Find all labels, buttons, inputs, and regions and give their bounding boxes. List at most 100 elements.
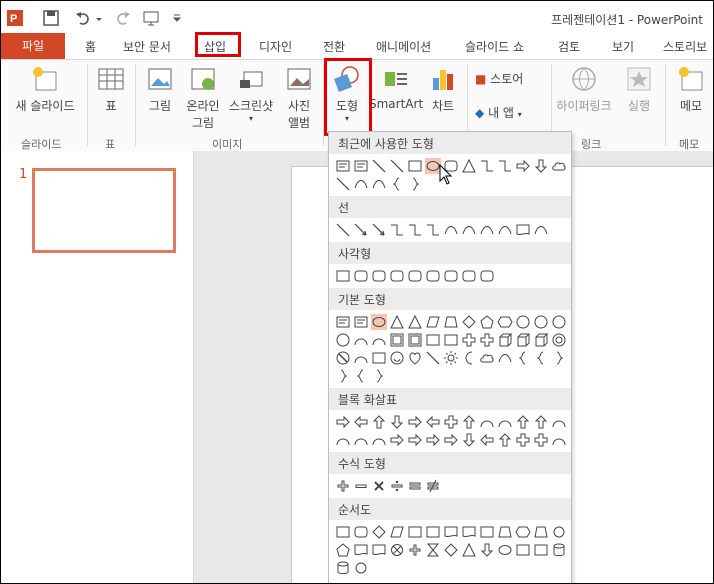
shape-rect-icon[interactable] — [335, 524, 351, 540]
shape-text-icon[interactable] — [335, 158, 351, 174]
shape-text-icon[interactable] — [335, 314, 351, 330]
shape-rbrace-icon[interactable] — [407, 176, 423, 192]
shape-plus-icon[interactable] — [407, 542, 423, 558]
shape-doc-icon[interactable] — [461, 524, 477, 540]
shape-rarrow-icon[interactable] — [389, 432, 405, 448]
shape-rect-icon[interactable] — [407, 524, 423, 540]
shape-rbrace-icon[interactable] — [551, 350, 567, 366]
shape-line-icon[interactable] — [335, 176, 351, 192]
shape-cube-icon[interactable] — [515, 332, 531, 348]
shape-frame-icon[interactable] — [407, 332, 423, 348]
shape-cloud-icon[interactable] — [551, 158, 567, 174]
shape-doc-icon[interactable] — [371, 542, 387, 558]
shape-cross-icon[interactable] — [443, 414, 459, 430]
shape-curve-icon[interactable] — [479, 222, 495, 238]
shape-circle-icon[interactable] — [353, 560, 369, 576]
shape-hex-icon[interactable] — [515, 524, 531, 540]
shape-equal-icon[interactable] — [407, 478, 423, 494]
shape-arc-icon[interactable] — [353, 432, 369, 448]
shape-rarrow-icon[interactable] — [443, 432, 459, 448]
shape-larrow-icon[interactable] — [479, 432, 495, 448]
shape-rbrace-icon[interactable] — [335, 368, 351, 384]
shape-rrect-icon[interactable] — [425, 268, 441, 284]
shape-line-icon[interactable] — [389, 158, 405, 174]
online-picture-button[interactable]: 온라인 그림 — [181, 64, 225, 131]
shape-circle-icon[interactable] — [551, 524, 567, 540]
shape-diamond-icon[interactable] — [443, 542, 459, 558]
shape-sun-icon[interactable] — [443, 350, 459, 366]
shape-doc-icon[interactable] — [443, 524, 459, 540]
shape-arc-icon[interactable] — [353, 350, 369, 366]
shape-rrect-icon[interactable] — [443, 268, 459, 284]
shape-curve-icon[interactable] — [461, 222, 477, 238]
shape-hex-icon[interactable] — [497, 314, 513, 330]
shape-circnum-icon[interactable] — [335, 332, 351, 348]
shape-divide-icon[interactable] — [389, 478, 405, 494]
shape-curve-icon[interactable] — [497, 350, 513, 366]
shape-diamond-icon[interactable] — [371, 524, 387, 540]
picture-button[interactable]: 그림 — [141, 64, 179, 114]
shape-nosym-icon[interactable] — [335, 350, 351, 366]
shape-text-icon[interactable] — [353, 158, 369, 174]
shape-rrect-icon[interactable] — [389, 268, 405, 284]
shape-brace-icon[interactable] — [353, 368, 369, 384]
shape-darrow-icon[interactable] — [461, 432, 477, 448]
shape-tri-icon[interactable] — [461, 542, 477, 558]
shape-arc-icon[interactable] — [335, 432, 351, 448]
shape-cyl-icon[interactable] — [551, 542, 567, 558]
shape-rect-icon[interactable] — [533, 542, 549, 558]
tab-file[interactable]: 파일 — [1, 33, 65, 59]
shape-rect-icon[interactable] — [335, 268, 351, 284]
shape-tri-icon[interactable] — [407, 314, 423, 330]
shape-cube-icon[interactable] — [533, 332, 549, 348]
smartart-button[interactable]: SmartArt — [369, 64, 423, 111]
shape-hourglass-icon[interactable] — [425, 542, 441, 558]
shape-cross-icon[interactable] — [515, 432, 531, 448]
shape-line-icon[interactable] — [371, 158, 387, 174]
shape-elbow-icon[interactable] — [479, 158, 495, 174]
shape-arrowline-icon[interactable] — [353, 222, 369, 238]
tab-slideshow[interactable]: 슬라이드 쇼 — [465, 38, 524, 55]
shape-oval-icon[interactable] — [497, 542, 513, 558]
shape-curve-icon[interactable] — [371, 176, 387, 192]
shape-brace-icon[interactable] — [533, 350, 549, 366]
shape-arc-icon[interactable] — [353, 332, 369, 348]
shape-rect-icon[interactable] — [479, 524, 495, 540]
hyperlink-button[interactable]: 하이퍼링크 — [553, 64, 615, 114]
shape-rect-icon[interactable] — [407, 158, 423, 174]
shape-rect-icon[interactable] — [515, 542, 531, 558]
tab-transitions[interactable]: 전환 — [323, 38, 345, 55]
shape-elbow-icon[interactable] — [425, 222, 441, 238]
shape-darrow-icon[interactable] — [479, 542, 495, 558]
shape-rect-icon[interactable] — [425, 332, 441, 348]
new-slide-button[interactable]: 새 슬라이드 — [11, 64, 79, 114]
shape-uarrow-icon[interactable] — [497, 432, 513, 448]
table-button[interactable]: 표 — [93, 64, 129, 114]
shape-arrowline-icon[interactable] — [371, 222, 387, 238]
shape-arc-icon[interactable] — [371, 332, 387, 348]
shape-heart-icon[interactable] — [407, 350, 423, 366]
shape-elbow-icon[interactable] — [497, 158, 513, 174]
shape-circnum-icon[interactable] — [515, 314, 531, 330]
shape-para-icon[interactable] — [425, 314, 441, 330]
shape-curve-icon[interactable] — [353, 176, 369, 192]
shape-pent-icon[interactable] — [335, 542, 351, 558]
shape-cube-icon[interactable] — [497, 332, 513, 348]
shape-larrow-icon[interactable] — [353, 414, 369, 430]
chart-button[interactable]: 차트 — [425, 64, 461, 114]
shape-minus-icon[interactable] — [353, 478, 369, 494]
shape-rect-icon[interactable] — [443, 332, 459, 348]
shape-tri-icon[interactable] — [461, 158, 477, 174]
shape-trap-icon[interactable] — [533, 524, 549, 540]
shape-times-icon[interactable] — [371, 478, 387, 494]
shape-elbow-icon[interactable] — [389, 222, 405, 238]
shape-uarrow-icon[interactable] — [371, 414, 387, 430]
shape-rarrow-icon[interactable] — [335, 414, 351, 430]
shape-line-icon[interactable] — [335, 222, 351, 238]
shape-noteq-icon[interactable] — [425, 478, 441, 494]
shape-rarrow-icon[interactable] — [407, 432, 423, 448]
shape-larrow-icon[interactable] — [425, 414, 441, 430]
shape-moon-icon[interactable] — [461, 350, 477, 366]
shape-circnum-icon[interactable] — [551, 314, 567, 330]
shape-arc-icon[interactable] — [551, 432, 567, 448]
